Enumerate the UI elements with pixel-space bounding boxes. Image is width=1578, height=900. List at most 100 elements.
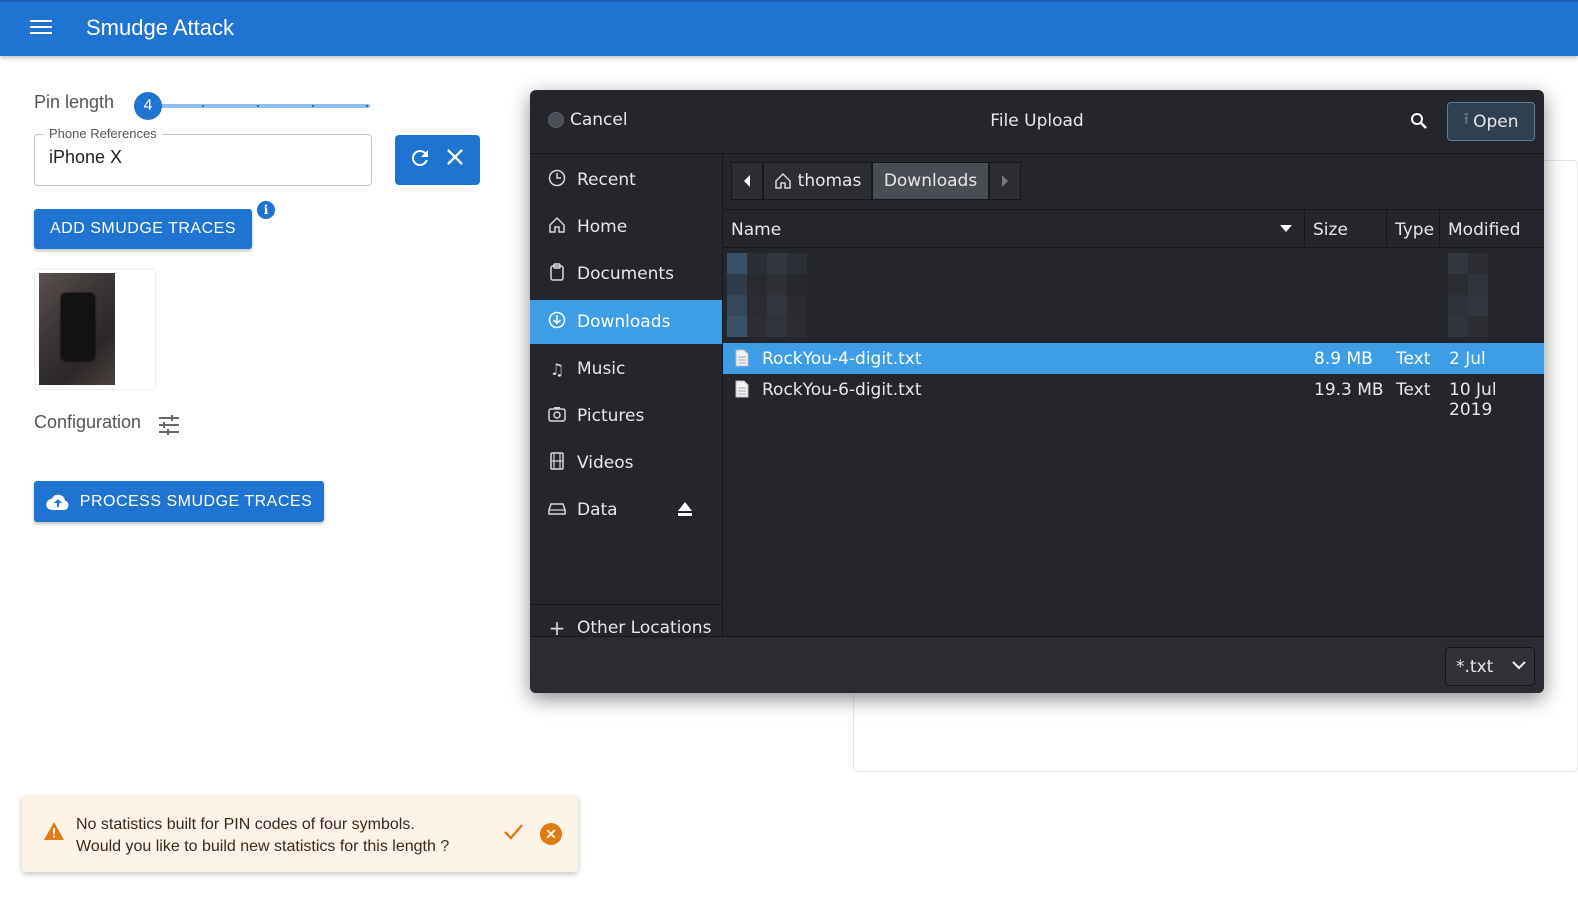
pin-length-label: Pin length (34, 92, 115, 112)
filter-value: *.txt (1456, 657, 1494, 677)
sort-down-icon[interactable] (1280, 225, 1292, 233)
column-name[interactable]: Name (731, 220, 781, 240)
path-forward-button[interactable] (989, 162, 1021, 200)
file-upload-dialog: File Upload Cancel ⭱ Open Recent Home Do… (530, 90, 1544, 693)
smudge-trace-thumbnail[interactable] (34, 268, 156, 390)
warning-icon (44, 822, 64, 840)
search-icon[interactable] (1410, 112, 1428, 130)
film-icon (547, 452, 567, 474)
redacted-file-rows (727, 253, 807, 337)
chevron-left-icon (744, 175, 750, 187)
redacted-modified-column (1448, 253, 1488, 337)
file-size: 8.9 MB (1314, 349, 1373, 369)
app-title: Smudge Attack (86, 15, 234, 40)
clock-icon (547, 169, 567, 191)
sidebar-item-home[interactable]: Home (530, 205, 722, 249)
chevron-down-icon (1512, 661, 1526, 670)
path-back-button[interactable] (731, 162, 763, 200)
file-modified: 2 Jul (1449, 349, 1486, 369)
path-segment-home[interactable]: thomas (763, 162, 872, 200)
cancel-label: Cancel (570, 110, 628, 130)
text-file-icon (735, 380, 749, 398)
pin-length-slider[interactable] (150, 104, 370, 108)
file-type: Text (1396, 380, 1431, 400)
upload-arrow-icon: ⭱ (1463, 109, 1470, 128)
sidebar-item-documents[interactable]: Documents (530, 252, 722, 296)
snackbar-line-1: No statistics built for PIN codes of fou… (76, 816, 415, 833)
phone-references-input[interactable] (49, 147, 349, 168)
app-bar: Smudge Attack (0, 0, 1578, 56)
sidebar-item-music[interactable]: ♫ Music (530, 347, 722, 391)
dialog-title: File Upload (990, 111, 1084, 131)
path-segment-label: thomas (797, 171, 862, 191)
info-icon[interactable]: i (257, 201, 275, 219)
open-button[interactable]: ⭱ Open (1447, 102, 1535, 141)
clear-icon[interactable] (442, 146, 468, 174)
phone-image (61, 293, 95, 361)
dialog-footer: *.txt (530, 636, 1544, 693)
phone-references-field[interactable] (34, 134, 372, 186)
phone-actions (395, 135, 480, 185)
camera-icon (547, 406, 567, 426)
text-file-icon (735, 349, 749, 367)
cancel-button[interactable]: Cancel (548, 110, 628, 130)
open-label: Open (1473, 111, 1519, 132)
home-icon (774, 172, 791, 189)
menu-icon[interactable] (30, 20, 52, 38)
file-type: Text (1396, 349, 1431, 369)
refresh-icon[interactable] (407, 146, 433, 174)
cloud-upload-icon (46, 494, 69, 510)
sidebar-label: Home (577, 217, 628, 237)
smudge-photo (39, 273, 115, 385)
file-name: RockYou-4-digit.txt (762, 349, 922, 369)
sidebar-item-pictures[interactable]: Pictures (530, 394, 722, 438)
pin-length-slider-thumb[interactable]: 4 (134, 92, 162, 120)
confirm-check-icon[interactable] (502, 820, 524, 848)
column-size[interactable]: Size (1313, 220, 1348, 240)
dismiss-close-icon[interactable]: ✕ (540, 823, 562, 845)
chevron-right-icon (1002, 175, 1008, 187)
cancel-icon (548, 112, 564, 128)
sidebar-label: Downloads (577, 312, 671, 332)
sidebar-label: Pictures (577, 406, 645, 426)
file-list-header: Name Size Type Modified (723, 209, 1544, 248)
sidebar-item-downloads[interactable]: Downloads (530, 300, 722, 344)
configuration-label: Configuration (34, 412, 142, 432)
snackbar-message: No statistics built for PIN codes of fou… (76, 814, 449, 858)
sidebar-item-data[interactable]: Data (530, 488, 722, 532)
sidebar-item-recent[interactable]: Recent (530, 158, 722, 202)
eject-icon[interactable] (676, 501, 694, 517)
path-segment-label: Downloads (883, 171, 978, 191)
dialog-header: File Upload Cancel ⭱ Open (530, 90, 1544, 154)
music-icon: ♫ (549, 359, 565, 379)
process-label: PROCESS SMUDGE TRACES (79, 492, 313, 510)
tune-icon[interactable] (158, 414, 180, 436)
sidebar-label: Music (577, 359, 626, 379)
file-modified: 10 Jul 2019 (1449, 380, 1497, 420)
phone-references-label: Phone References (44, 126, 162, 141)
places-sidebar: Recent Home Documents Downloads ♫ Music … (530, 154, 723, 640)
statistics-snackbar: No statistics built for PIN codes of fou… (22, 796, 578, 872)
home-icon (547, 216, 567, 238)
file-name: RockYou-6-digit.txt (762, 380, 922, 400)
file-row[interactable]: RockYou-4-digit.txt 8.9 MB Text 2 Jul (723, 343, 1544, 374)
documents-icon (547, 263, 567, 285)
snackbar-line-2: Would you like to build new statistics f… (76, 838, 450, 855)
download-icon (547, 311, 567, 333)
sidebar-label: Data (577, 500, 618, 520)
column-modified[interactable]: Modified (1448, 220, 1521, 240)
process-smudge-traces-button[interactable]: PROCESS SMUDGE TRACES (34, 481, 324, 522)
file-size: 19.3 MB (1314, 380, 1384, 400)
sidebar-item-videos[interactable]: Videos (530, 441, 722, 485)
sidebar-label: Recent (577, 170, 636, 190)
drive-icon (547, 501, 567, 520)
file-row[interactable]: RockYou-6-digit.txt 19.3 MB Text 10 Jul … (723, 374, 1544, 420)
sidebar-label: Videos (577, 453, 634, 473)
file-type-filter[interactable]: *.txt (1445, 647, 1535, 686)
column-type[interactable]: Type (1395, 220, 1434, 240)
sidebar-label: Documents (577, 264, 674, 284)
path-bar: thomas Downloads (731, 162, 1021, 200)
path-segment-downloads[interactable]: Downloads (872, 162, 989, 200)
add-smudge-traces-button[interactable]: ADD SMUDGE TRACES (34, 209, 252, 249)
sidebar-divider (530, 604, 722, 605)
